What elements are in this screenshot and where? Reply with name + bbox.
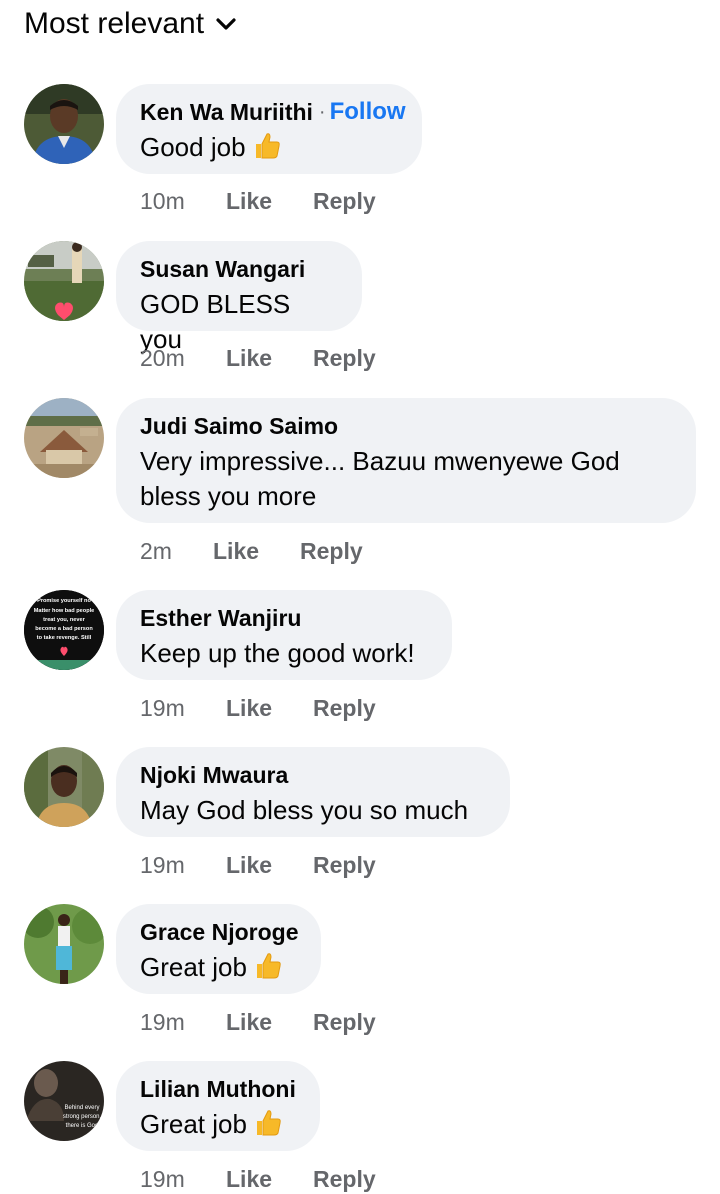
thumbs-up-icon — [255, 133, 280, 159]
avatar-quote-line-5: to take revenge. Still — [37, 635, 92, 641]
avatar-photo-woman — [24, 747, 104, 827]
comment-text: Great job — [140, 952, 247, 982]
avatar-quote-line-3: there is God — [66, 1123, 99, 1129]
thumbs-up-icon — [256, 1110, 281, 1136]
comment-text: Great job — [140, 1109, 247, 1139]
avatar-quote-line: Promise yourself no — [37, 598, 91, 604]
comment-bubble: Susan Wangari GOD BLESS you — [116, 241, 362, 354]
comment-bubble: Ken Wa Muriithi · Follow Good job — [116, 84, 422, 174]
comment-text: Very impressive... Bazuu mwenyewe God bl… — [140, 446, 620, 511]
comment-timestamp[interactable]: 10m — [140, 188, 226, 215]
like-button[interactable]: Like — [226, 1009, 272, 1036]
comment-actions: 19m Like Reply — [140, 1007, 376, 1037]
avatar[interactable] — [24, 398, 104, 478]
avatar[interactable] — [24, 747, 104, 827]
comment-actions: 19m Like Reply — [140, 693, 376, 723]
comment-text-row: Great job — [140, 1107, 296, 1142]
reply-button[interactable]: Reply — [313, 1166, 376, 1193]
comment-timestamp[interactable]: 2m — [140, 538, 213, 565]
avatar-quote-line-2: Matter how bad people — [34, 608, 95, 614]
avatar-photo-woman-outdoors — [24, 904, 104, 984]
comment-author[interactable]: Lilian Muthoni — [140, 1076, 296, 1103]
avatar[interactable]: Promise yourself no Matter how bad peopl… — [24, 590, 104, 670]
comment-author[interactable]: Judi Saimo Saimo — [140, 413, 338, 440]
follow-button[interactable]: Follow — [330, 98, 406, 126]
avatar-photo-man-blue-shirt — [24, 84, 104, 164]
thumbs-up-icon — [256, 953, 281, 979]
avatar-quote-line-2: strong person, — [63, 1114, 102, 1120]
comment-author[interactable]: Grace Njoroge — [140, 919, 299, 946]
reply-button[interactable]: Reply — [313, 345, 376, 372]
comment-actions: 20m Like Reply — [140, 343, 376, 373]
comment-bubble: Judi Saimo Saimo Very impressive... Bazu… — [116, 398, 696, 523]
separator-dot: · — [318, 100, 326, 123]
comment-actions: 10m Like Reply — [140, 186, 376, 216]
avatar-quote-image: Promise yourself no Matter how bad peopl… — [24, 590, 104, 670]
comment-text-row: Good job — [140, 130, 398, 165]
reply-button[interactable]: Reply — [300, 538, 363, 565]
comment-timestamp[interactable]: 19m — [140, 1009, 226, 1036]
comment-author[interactable]: Njoki Mwaura — [140, 762, 288, 789]
comment-text-row: Great job — [140, 950, 297, 985]
avatar-quote-line-4: become a bad person — [35, 626, 93, 632]
avatar[interactable] — [24, 241, 104, 321]
comment-author[interactable]: Ken Wa Muriithi — [140, 99, 313, 126]
reply-button[interactable]: Reply — [313, 852, 376, 879]
comment-timestamp[interactable]: 20m — [140, 345, 226, 372]
comment-author[interactable]: Esther Wanjiru — [140, 605, 301, 632]
avatar-quote-line: Behind every — [64, 1105, 99, 1111]
like-button[interactable]: Like — [226, 188, 272, 215]
comment-bubble: Esther Wanjiru Keep up the good work! — [116, 590, 452, 680]
comment-actions: 19m Like Reply — [140, 1164, 376, 1194]
reply-button[interactable]: Reply — [313, 1009, 376, 1036]
comment-author[interactable]: Susan Wangari — [140, 256, 305, 283]
reply-button[interactable]: Reply — [313, 188, 376, 215]
comment-bubble: Lilian Muthoni Great job — [116, 1061, 320, 1151]
like-button[interactable]: Like — [226, 695, 272, 722]
avatar-quote-dark: Behind every strong person, there is God — [24, 1061, 104, 1141]
chevron-down-icon — [216, 18, 236, 30]
avatar[interactable]: Behind every strong person, there is God — [24, 1061, 104, 1141]
comment-text: Good job — [140, 132, 246, 162]
comment-actions: 19m Like Reply — [140, 850, 376, 880]
sort-dropdown[interactable]: Most relevant — [24, 4, 236, 44]
like-button[interactable]: Like — [226, 852, 272, 879]
sort-label: Most relevant — [24, 7, 205, 40]
comment-timestamp[interactable]: 19m — [140, 852, 226, 879]
comment-bubble: Grace Njoroge Great job — [116, 904, 321, 994]
comment-bubble: Njoki Mwaura May God bless you so much — [116, 747, 510, 837]
like-button[interactable]: Like — [213, 538, 259, 565]
reply-button[interactable]: Reply — [313, 695, 376, 722]
avatar[interactable] — [24, 904, 104, 984]
comment-text: May God bless you so much — [140, 795, 469, 825]
like-button[interactable]: Like — [226, 345, 272, 372]
comment-timestamp[interactable]: 19m — [140, 1166, 226, 1193]
avatar-quote-line-3: treat you, never — [43, 617, 85, 623]
avatar[interactable] — [24, 84, 104, 164]
avatar-photo-aerial-building — [24, 398, 104, 478]
comment-timestamp[interactable]: 19m — [140, 695, 226, 722]
like-button[interactable]: Like — [226, 1166, 272, 1193]
comment-text: Keep up the good work! — [140, 638, 415, 668]
avatar-photo-child-garden-heart — [24, 241, 104, 321]
comment-actions: 2m Like Reply — [140, 536, 363, 566]
